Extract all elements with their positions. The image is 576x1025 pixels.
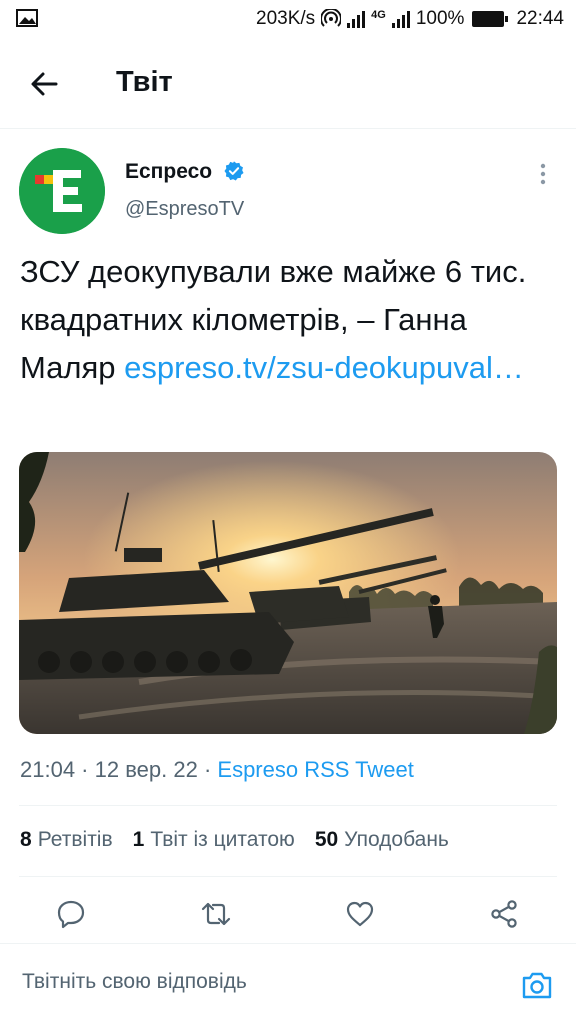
camera-icon[interactable] <box>520 968 554 1002</box>
meta-separator: · <box>197 757 218 782</box>
app-header: Твіт <box>0 38 576 129</box>
share-icon[interactable] <box>488 898 520 930</box>
quotes-count: 1 <box>132 828 145 851</box>
divider <box>19 876 557 877</box>
tweet-actions <box>0 890 576 940</box>
like-icon[interactable] <box>344 898 376 930</box>
espreso-logo <box>19 148 105 234</box>
likes-label: Уподобань <box>344 828 449 851</box>
verified-badge-icon <box>224 161 244 181</box>
avatar[interactable] <box>19 148 105 234</box>
tweet-source[interactable]: Espreso RSS Tweet <box>217 757 413 782</box>
more-options-icon[interactable] <box>530 160 556 188</box>
reply-bar <box>0 943 576 1025</box>
reply-icon[interactable] <box>55 898 87 930</box>
meta-separator: · <box>75 757 95 782</box>
image-icon <box>16 9 38 27</box>
signal-icon <box>347 10 366 28</box>
clock: 22:44 <box>516 8 564 29</box>
network-speed: 203K/s <box>256 8 316 29</box>
network-type: 4G <box>371 9 386 21</box>
quotes-label: Твіт із цитатою <box>150 828 295 851</box>
divider <box>19 805 557 806</box>
tweet-link[interactable]: espreso.tv/zsu-deokupuval… <box>124 350 524 385</box>
tweet-time: 21:04 <box>20 757 76 782</box>
tweet-image[interactable] <box>19 452 557 734</box>
reply-input[interactable] <box>22 970 492 994</box>
status-bar: 203K/s 4G 100% 22:44 <box>0 0 576 38</box>
battery-icon <box>472 11 509 27</box>
quotes-stat[interactable]: 1 Твіт із цитатою <box>133 828 295 852</box>
retweets-label: Ретвітів <box>37 828 113 851</box>
signal-icon-2 <box>391 10 410 28</box>
tweet-text: ЗСУ деокупували вже майже 6 тис. квадрат… <box>20 248 550 392</box>
tweet-date: 12 вер. 22 <box>94 757 198 782</box>
retweet-icon[interactable] <box>200 898 232 930</box>
author-name[interactable]: Еспресо <box>125 160 212 184</box>
arrow-left-icon[interactable] <box>26 66 62 102</box>
likes-stat[interactable]: 50 Уподобань <box>315 828 449 852</box>
tanks-photo <box>19 452 557 734</box>
author-handle[interactable]: @EspresoTV <box>125 198 244 221</box>
tweet-meta: 21:04 · 12 вер. 22 · Espreso RSS Tweet <box>20 757 414 783</box>
likes-count: 50 <box>314 828 339 851</box>
retweets-count: 8 <box>20 828 32 851</box>
retweets-stat[interactable]: 8 Ретвітів <box>20 828 113 852</box>
hotspot-icon <box>321 9 342 27</box>
battery-percent: 100% <box>415 8 465 29</box>
page-title: Твіт <box>116 66 173 98</box>
tweet-stats: 8 Ретвітів 1 Твіт із цитатою 50 Уподобань <box>20 828 469 852</box>
